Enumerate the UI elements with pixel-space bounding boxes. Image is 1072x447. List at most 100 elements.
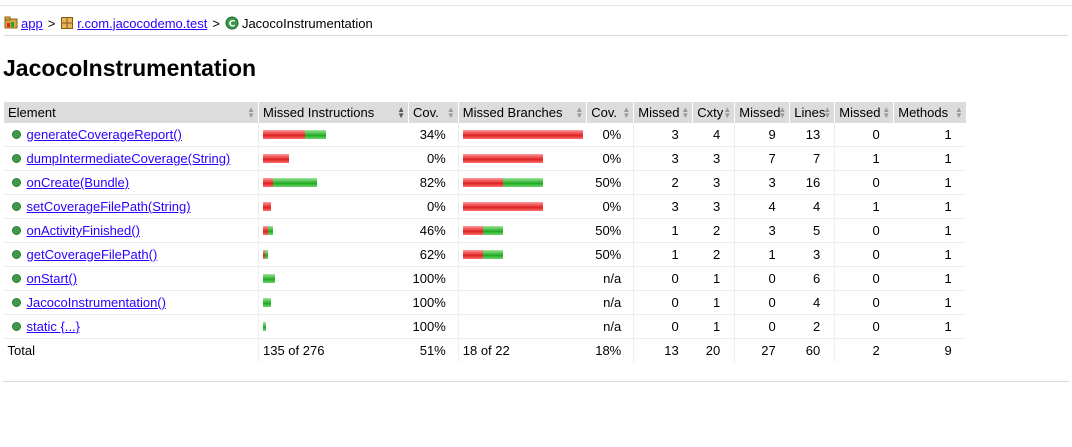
lines: 6 (789, 266, 835, 291)
instructions-coverage: 100% (408, 290, 459, 315)
missed-bar-segment (462, 226, 483, 235)
total-missed-methods: 2 (834, 338, 894, 362)
branches-coverage: 50% (586, 218, 634, 243)
complexity: 3 (692, 170, 735, 195)
covered-bar-segment (482, 226, 503, 235)
breadcrumb-app[interactable]: app (4, 16, 43, 31)
missed-lines: 7 (734, 146, 790, 171)
table-header-row: Element ▲ ▼ Missed Instructions ▲ ▼ Cov. ▲ ▼ M… (3, 102, 966, 123)
method-link[interactable]: JacocoInstrumentation() (27, 295, 166, 310)
instructions-bar-cell (258, 123, 409, 147)
branches-coverage: n/a (586, 266, 634, 291)
covered-bar-segment (502, 178, 543, 187)
table-row: dumpIntermediateCoverage(String) 0% 0% 3 3 7 7… (3, 146, 966, 171)
missed-bar-segment (263, 154, 289, 163)
public-method-dot-icon (11, 202, 21, 211)
methods: 1 (893, 218, 966, 243)
total-row: Total 135 of 276 51% 18 of 22 18% 13 20 … (3, 338, 966, 362)
complexity: 1 (692, 314, 735, 339)
method-link[interactable]: setCoverageFilePath(String) (27, 199, 191, 214)
branches-bar-cell (457, 266, 587, 291)
method-link[interactable]: onCreate(Bundle) (27, 175, 130, 190)
column-header-lines[interactable]: Lines ▲ ▼ (789, 102, 835, 123)
missed-methods: 1 (834, 194, 894, 219)
branches-coverage: 50% (586, 170, 634, 195)
branches-coverage-bar (462, 154, 583, 163)
column-header-methods[interactable]: Methods ▲ ▼ (893, 102, 966, 123)
column-header-branches-coverage[interactable]: Cov. ▲ ▼ (586, 102, 634, 123)
element-cell: static {...} (3, 314, 259, 339)
column-header-missed-lines[interactable]: Missed ▲ ▼ (734, 102, 790, 123)
breadcrumb-class-label: JacocoInstrumentation (241, 15, 373, 31)
branches-bar-cell (457, 290, 587, 315)
instructions-coverage: 100% (408, 314, 459, 339)
column-header-complexity[interactable]: Cxty ▲ ▼ (692, 102, 735, 123)
branches-bar-cell (457, 146, 587, 171)
column-header-missed-complexity[interactable]: Missed ▲ ▼ (633, 102, 693, 123)
table-row: JacocoInstrumentation() 100% n/a 0 1 0 4 0 1 (3, 290, 966, 315)
covered-bar-segment (263, 322, 266, 331)
complexity: 1 (692, 266, 735, 291)
breadcrumb-package-link[interactable]: r.com.jacocodemo.test (77, 16, 207, 31)
column-header-missed-instructions[interactable]: Missed Instructions ▲ ▼ (258, 102, 409, 123)
coverage-table: Element ▲ ▼ Missed Instructions ▲ ▼ Cov. ▲ ▼ M… (3, 102, 966, 362)
instructions-coverage-bar (263, 154, 405, 163)
missed-complexity: 0 (633, 266, 693, 291)
column-header-missed-branches[interactable]: Missed Branches ▲ ▼ (457, 102, 587, 123)
method-link[interactable]: static {...} (27, 319, 80, 334)
lines: 7 (789, 146, 835, 171)
instructions-coverage-bar (263, 274, 405, 283)
breadcrumb-class: C JacocoInstrumentation (225, 16, 373, 31)
instructions-bar-cell (258, 170, 409, 195)
branches-coverage: n/a (586, 314, 634, 339)
missed-lines: 9 (734, 123, 790, 147)
methods: 1 (893, 146, 966, 171)
instructions-bar-cell (258, 194, 409, 219)
public-method-dot-icon (11, 154, 21, 163)
missed-methods: 0 (834, 242, 894, 267)
breadcrumb-app-link[interactable]: app (21, 16, 43, 31)
sort-arrows-icon: ▲ ▼ (446, 105, 455, 120)
total-missed-lines: 27 (734, 338, 790, 362)
element-cell: onStart() (3, 266, 259, 291)
element-cell: onActivityFinished() (3, 218, 259, 243)
instructions-bar-cell (258, 242, 409, 267)
method-link[interactable]: getCoverageFilePath() (27, 247, 158, 262)
public-method-dot-icon (11, 274, 21, 283)
page-title: JacocoInstrumentation (3, 55, 257, 81)
covered-bar-segment (482, 250, 503, 259)
public-method-dot-icon (11, 250, 21, 259)
missed-bar-segment (263, 202, 271, 211)
method-link[interactable]: onActivityFinished() (27, 223, 140, 238)
branches-coverage: 50% (586, 242, 634, 267)
instructions-coverage: 82% (408, 170, 459, 195)
missed-complexity: 3 (633, 123, 693, 147)
method-entry: JacocoInstrumentation() (8, 295, 255, 310)
lines: 2 (789, 314, 835, 339)
missed-complexity: 0 (633, 290, 693, 315)
covered-bar-segment (268, 226, 273, 235)
method-link[interactable]: dumpIntermediateCoverage(String) (27, 151, 231, 166)
method-link[interactable]: onStart() (27, 271, 78, 286)
column-header-instructions-coverage[interactable]: Cov. ▲ ▼ (408, 102, 459, 123)
branches-coverage-bar (463, 322, 583, 331)
breadcrumb-package[interactable]: r.com.jacocodemo.test (60, 16, 207, 31)
element-cell: dumpIntermediateCoverage(String) (3, 146, 259, 171)
total-instructions: 135 of 276 (258, 338, 409, 362)
column-header-element[interactable]: Element ▲ ▼ (3, 102, 259, 123)
missed-bar-segment (462, 130, 583, 139)
lines: 3 (789, 242, 835, 267)
missed-complexity: 1 (633, 242, 693, 267)
complexity: 1 (692, 290, 735, 315)
sort-arrows-icon: ▲ ▼ (681, 105, 690, 120)
instructions-coverage: 46% (408, 218, 459, 243)
instructions-bar-cell (258, 218, 409, 243)
element-cell: setCoverageFilePath(String) (3, 194, 259, 219)
public-method-dot-icon (11, 178, 21, 187)
method-link[interactable]: generateCoverageReport() (27, 127, 182, 142)
column-header-missed-methods[interactable]: Missed ▲ ▼ (834, 102, 894, 123)
sort-arrows-icon: ▲ ▼ (954, 105, 963, 120)
table-row: onStart() 100% n/a 0 1 0 6 0 1 (3, 266, 966, 291)
element-cell: JacocoInstrumentation() (3, 290, 259, 315)
table-row: onCreate(Bundle) 82% 50% 2 3 3 16 0 1 (3, 170, 966, 195)
